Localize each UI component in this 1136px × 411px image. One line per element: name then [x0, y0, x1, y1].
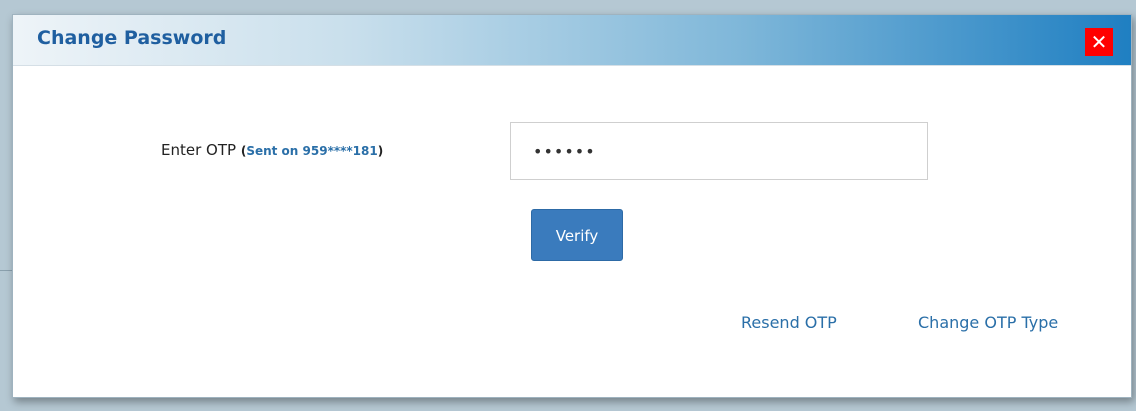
otp-sent-note: (Sent on 959****181) — [241, 144, 383, 158]
otp-sent-number: Sent on 959****181 — [246, 144, 378, 158]
close-icon: ✕ — [1090, 30, 1108, 54]
verify-button[interactable]: Verify — [531, 209, 623, 261]
change-password-dialog: Change Password ✕ Enter OTP (Sent on 959… — [12, 14, 1132, 398]
dialog-title: Change Password — [37, 27, 227, 49]
otp-label: Enter OTP (Sent on 959****181) — [161, 141, 383, 159]
otp-input[interactable] — [510, 122, 928, 180]
otp-sent-close: ) — [377, 144, 384, 158]
background-divider — [0, 270, 12, 271]
otp-label-text: Enter OTP — [161, 141, 237, 159]
resend-otp-link[interactable]: Resend OTP — [741, 313, 837, 332]
change-otp-type-link[interactable]: Change OTP Type — [918, 313, 1058, 332]
dialog-header: Change Password ✕ — [13, 15, 1131, 66]
close-button[interactable]: ✕ — [1085, 28, 1113, 56]
